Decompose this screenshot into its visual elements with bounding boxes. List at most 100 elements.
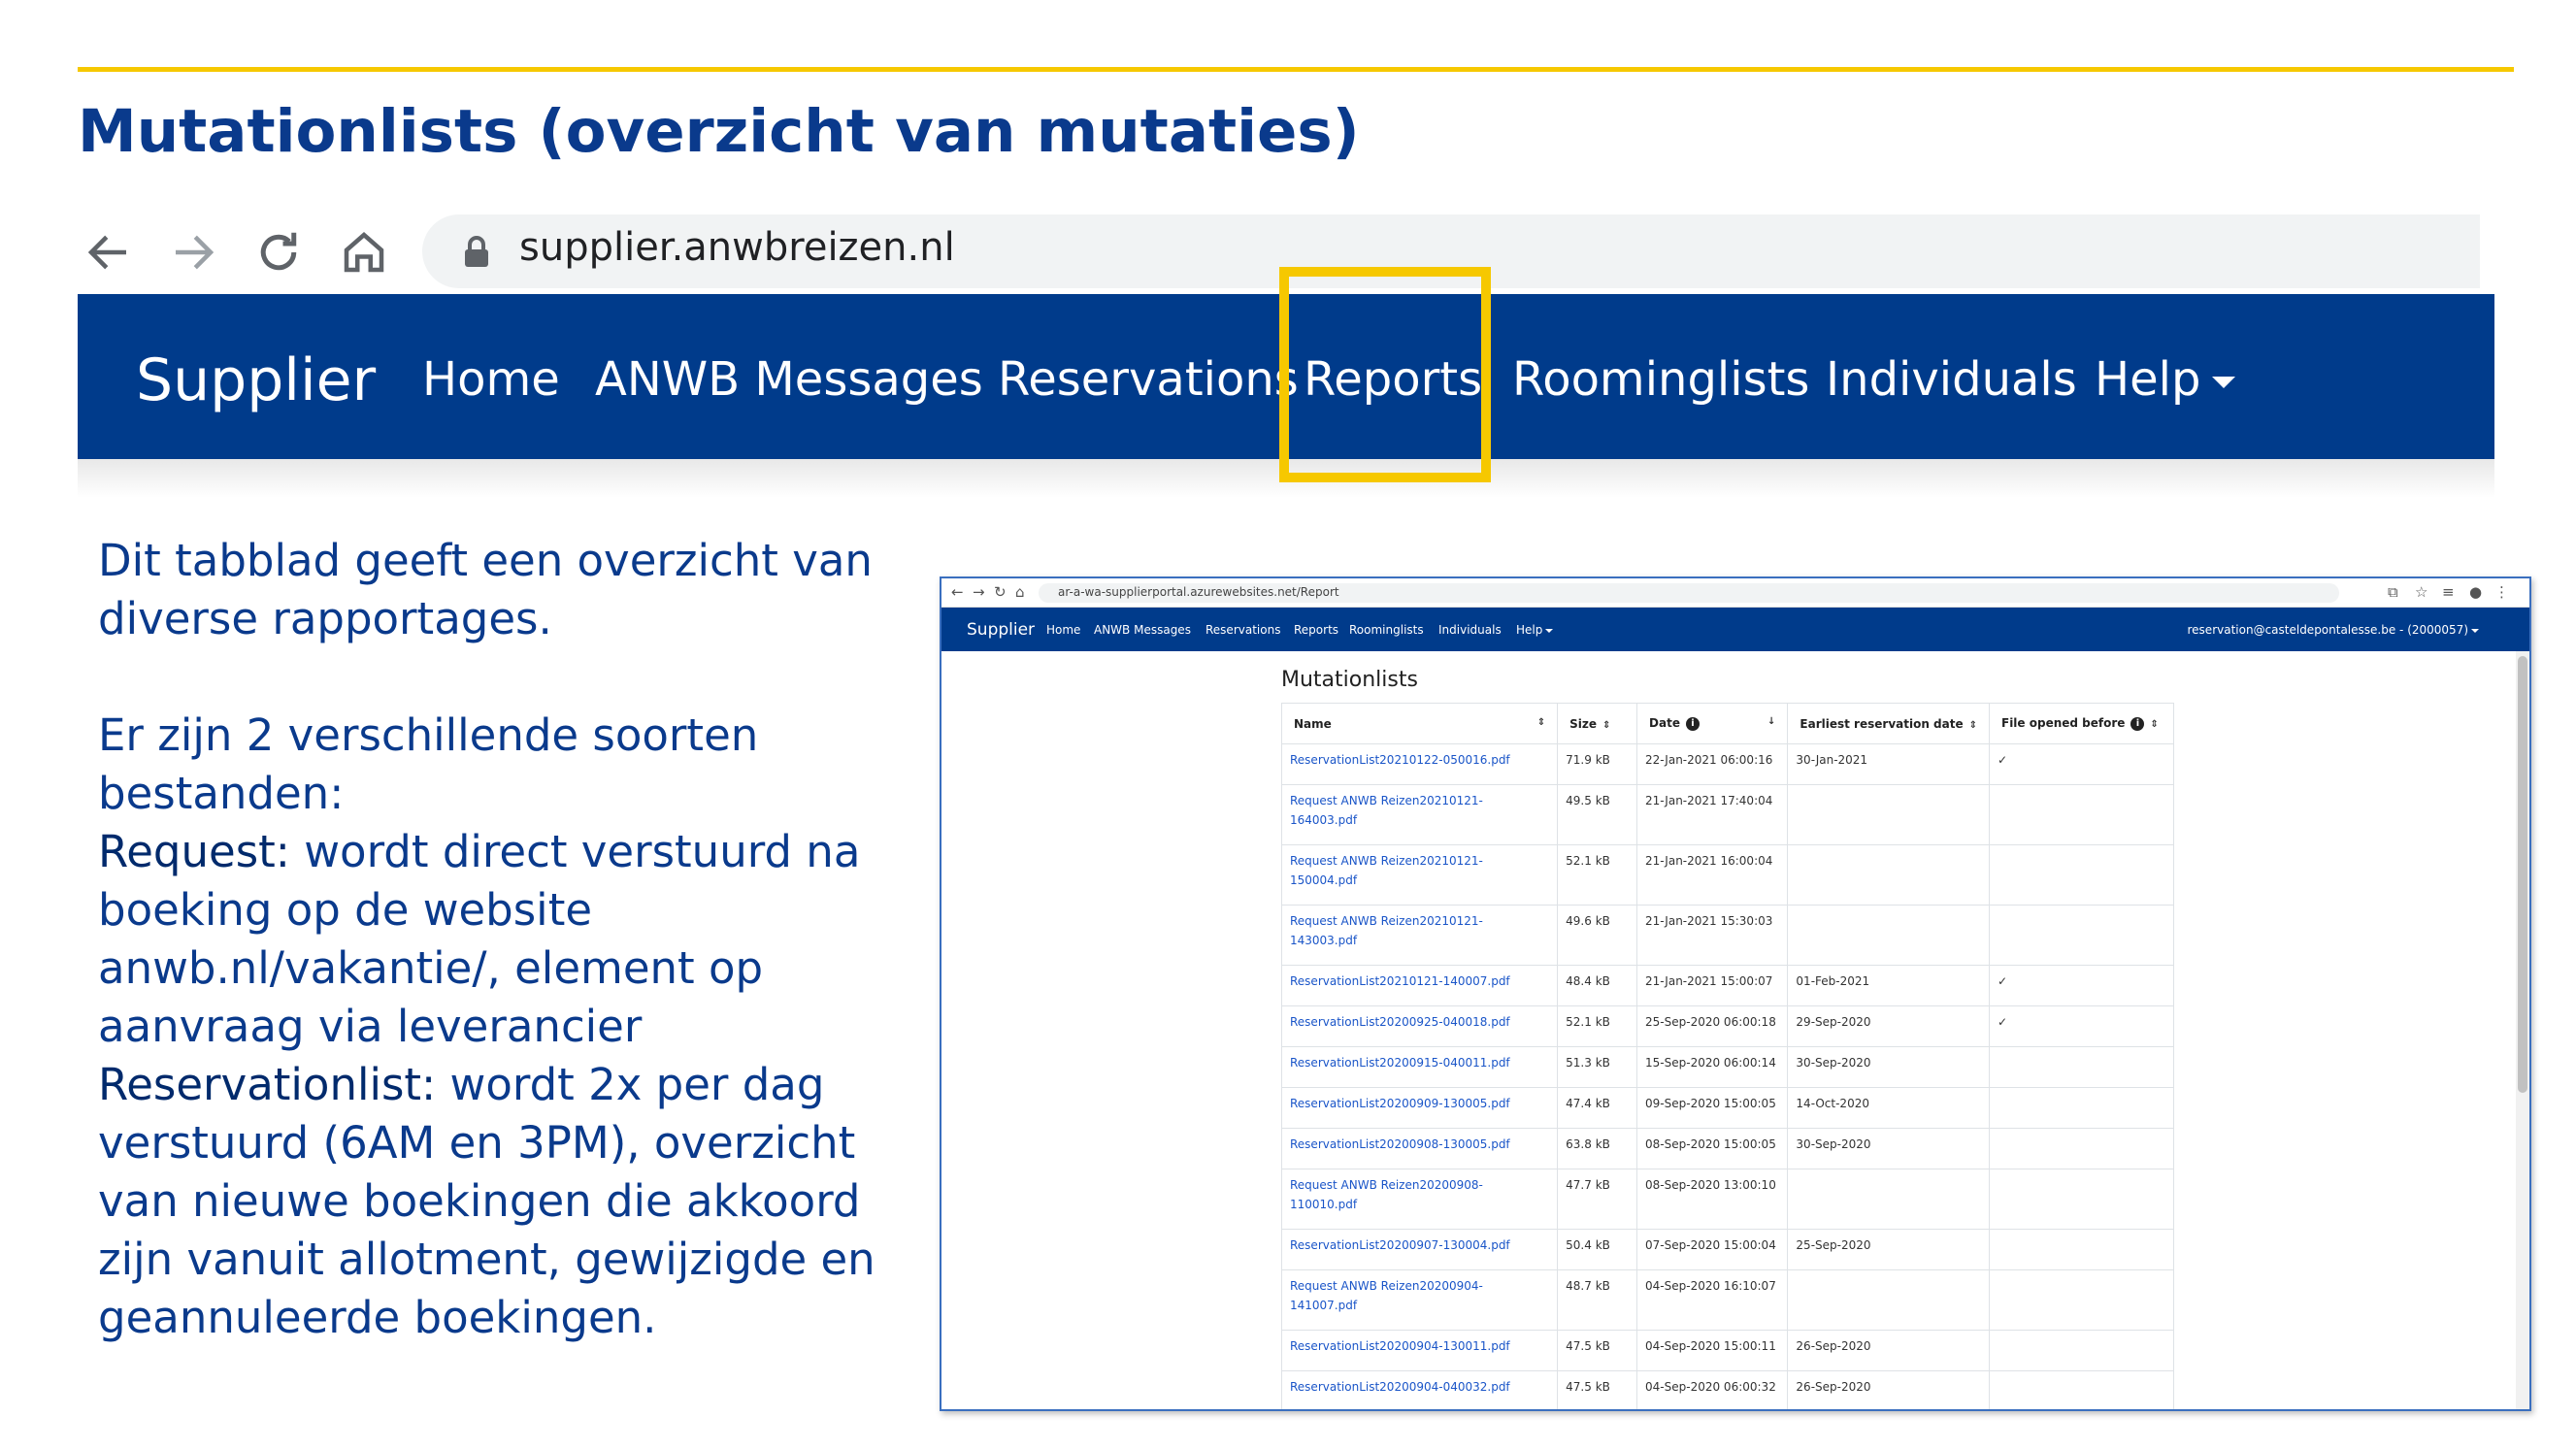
file-size-cell: 52.1 kB	[1557, 844, 1638, 906]
file-size-cell: 51.3 kB	[1557, 1046, 1638, 1088]
col-date[interactable]: Date i ↓	[1636, 703, 1789, 744]
col-size[interactable]: Size ⇕	[1557, 703, 1638, 744]
sort-icon[interactable]: ⇕	[1537, 717, 1545, 728]
file-name-link[interactable]: Request ANWB Reizen20200904-141007.pdf	[1280, 1269, 1559, 1331]
nav-item-individuals[interactable]: Individuals	[1826, 352, 2077, 407]
table-header-row: Name ⇕ Size ⇕ Date i ↓ Earliest reservation …	[1280, 703, 2174, 744]
navbar-brand[interactable]: Supplier	[136, 346, 376, 414]
table-row: ReservationList20210122-050016.pdf 71.9 k…	[1280, 743, 2174, 785]
nav-item-anwb-messages[interactable]: ANWB Messages	[595, 352, 983, 407]
file-name-link[interactable]: Request ANWB Reizen20210121-164003.pdf	[1280, 784, 1559, 845]
small-address-bar[interactable]: ar-a-wa-supplierportal.azurewebsites.net…	[1039, 583, 2339, 603]
file-name-link[interactable]: ReservationList20200904-040032.pdf	[1280, 1370, 1559, 1409]
mutationlists-title: Mutationlists	[1281, 668, 1418, 692]
col-name[interactable]: Name ⇕	[1280, 703, 1559, 744]
opened-check-icon: ✓	[1989, 1005, 2174, 1047]
small-nav-help[interactable]: Help	[1516, 623, 1554, 637]
file-name-link[interactable]: ReservationList20210122-050016.pdf	[1280, 743, 1559, 785]
small-nav-reservations[interactable]: Reservations	[1205, 623, 1280, 637]
info-icon[interactable]: i	[1685, 716, 1700, 731]
slide-title: Mutationlists (overzicht van mutaties)	[78, 97, 1360, 166]
file-size-cell: 52.1 kB	[1557, 1005, 1638, 1047]
file-name-link[interactable]: ReservationList20200915-040011.pdf	[1280, 1046, 1559, 1088]
col-earliest-label: Earliest reservation date	[1800, 716, 1964, 731]
small-forward-icon[interactable]: →	[973, 583, 985, 601]
opened-check-icon	[1989, 784, 2174, 845]
col-file-opened[interactable]: File opened before i ⇕	[1989, 703, 2174, 744]
file-size-cell: 47.4 kB	[1557, 1087, 1638, 1129]
file-name-link[interactable]: ReservationList20200907-130004.pdf	[1280, 1229, 1559, 1270]
small-caret-down-icon	[1545, 628, 1554, 633]
file-date-cell: 09-Sep-2020 15:00:05	[1636, 1087, 1789, 1129]
extensions-icon[interactable]: ≡	[2442, 583, 2455, 601]
earliest-date-cell: 25-Sep-2020	[1787, 1229, 1990, 1270]
sort-icon[interactable]: ⇕	[2150, 719, 2158, 730]
scrollbar-thumb[interactable]	[2518, 656, 2527, 1093]
earliest-date-cell	[1787, 844, 1990, 906]
sort-icon[interactable]: ⇕	[1969, 720, 1977, 731]
file-name-link[interactable]: ReservationList20200904-130011.pdf	[1280, 1330, 1559, 1371]
reports-highlight-box	[1279, 267, 1491, 482]
file-name-link[interactable]: Request ANWB Reizen20210121-150004.pdf	[1280, 844, 1559, 906]
profile-icon[interactable]: ●	[2469, 583, 2482, 601]
opened-check-icon: ✓	[1989, 743, 2174, 785]
col-opened-label: File opened before	[2001, 716, 2126, 731]
earliest-date-cell: 30-Jan-2021	[1787, 743, 1990, 785]
earliest-date-cell: 26-Sep-2020	[1787, 1330, 1990, 1371]
reload-icon[interactable]	[252, 226, 305, 279]
file-date-cell: 21-Jan-2021 16:00:04	[1636, 844, 1789, 906]
sort-icon[interactable]: ⇕	[1602, 720, 1610, 731]
nav-item-roominglists[interactable]: Roominglists	[1512, 352, 1809, 407]
small-nav-individuals[interactable]: Individuals	[1438, 623, 1502, 637]
file-date-cell: 21-Jan-2021 15:00:07	[1636, 965, 1789, 1006]
col-name-label: Name	[1294, 716, 1332, 731]
report-page-screenshot: ← → ↻ ⌂ ar-a-wa-supplierportal.azurewebs…	[940, 576, 2531, 1411]
info-icon[interactable]: i	[2130, 716, 2145, 731]
small-nav-home[interactable]: Home	[1046, 623, 1080, 637]
small-back-icon[interactable]: ←	[951, 583, 964, 601]
reservationlist-term: Reservationlist:	[98, 1059, 437, 1110]
url-text: supplier.anwbreizen.nl	[519, 225, 955, 270]
nav-item-help[interactable]: Help	[2095, 352, 2236, 407]
file-name-link[interactable]: ReservationList20210121-140007.pdf	[1280, 965, 1559, 1006]
menu-icon[interactable]: ⋮	[2494, 583, 2509, 601]
request-term: Request:	[98, 826, 290, 877]
small-navbar-brand[interactable]: Supplier	[967, 620, 1035, 640]
file-name-link[interactable]: ReservationList20200925-040018.pdf	[1280, 1005, 1559, 1047]
translate-icon[interactable]: ⧉	[2388, 583, 2398, 601]
small-home-icon[interactable]: ⌂	[1015, 583, 1025, 601]
file-size-cell: 50.4 kB	[1557, 1229, 1638, 1270]
file-name-link[interactable]: ReservationList20200909-130005.pdf	[1280, 1087, 1559, 1129]
file-size-cell: 47.5 kB	[1557, 1370, 1638, 1409]
small-reload-icon[interactable]: ↻	[994, 583, 1007, 601]
earliest-date-cell: 30-Sep-2020	[1787, 1128, 1990, 1169]
table-row: ReservationList20200904-130011.pdf 47.5 k…	[1280, 1330, 2174, 1371]
file-date-cell: 21-Jan-2021 15:30:03	[1636, 905, 1789, 966]
caret-down-icon	[2212, 377, 2236, 388]
opened-check-icon	[1989, 1046, 2174, 1088]
file-date-cell: 07-Sep-2020 15:00:04	[1636, 1229, 1789, 1270]
small-nav-anwb-messages[interactable]: ANWB Messages	[1094, 623, 1191, 637]
opened-check-icon	[1989, 1370, 2174, 1409]
file-name-link[interactable]: Request ANWB Reizen20210121-143003.pdf	[1280, 905, 1559, 966]
nav-item-reservations[interactable]: Reservations	[998, 352, 1299, 407]
small-nav-roominglists[interactable]: Roominglists	[1349, 623, 1424, 637]
small-nav-reports[interactable]: Reports	[1294, 623, 1338, 637]
col-earliest-date[interactable]: Earliest reservation date ⇕	[1787, 703, 1990, 744]
file-date-cell: 25-Sep-2020 06:00:18	[1636, 1005, 1789, 1047]
table-row: Request ANWB Reizen20200908-110010.pdf 47…	[1280, 1169, 2174, 1230]
earliest-date-cell	[1787, 1269, 1990, 1331]
nav-item-home[interactable]: Home	[422, 352, 560, 407]
back-icon[interactable]	[83, 226, 135, 279]
home-icon[interactable]	[338, 226, 390, 279]
star-icon[interactable]: ☆	[2415, 583, 2427, 601]
user-menu[interactable]: reservation@casteldepontalesse.be - (200…	[2188, 623, 2479, 637]
file-size-cell: 48.7 kB	[1557, 1269, 1638, 1331]
file-name-link[interactable]: Request ANWB Reizen20200908-110010.pdf	[1280, 1169, 1559, 1230]
earliest-date-cell	[1787, 1169, 1990, 1230]
forward-icon[interactable]	[167, 226, 219, 279]
sort-desc-icon[interactable]: ↓	[1767, 716, 1775, 727]
file-date-cell: 22-Jan-2021 06:00:16	[1636, 743, 1789, 785]
file-name-link[interactable]: ReservationList20200908-130005.pdf	[1280, 1128, 1559, 1169]
description-intro: Dit tabblad geeft een overzicht van dive…	[98, 535, 873, 644]
